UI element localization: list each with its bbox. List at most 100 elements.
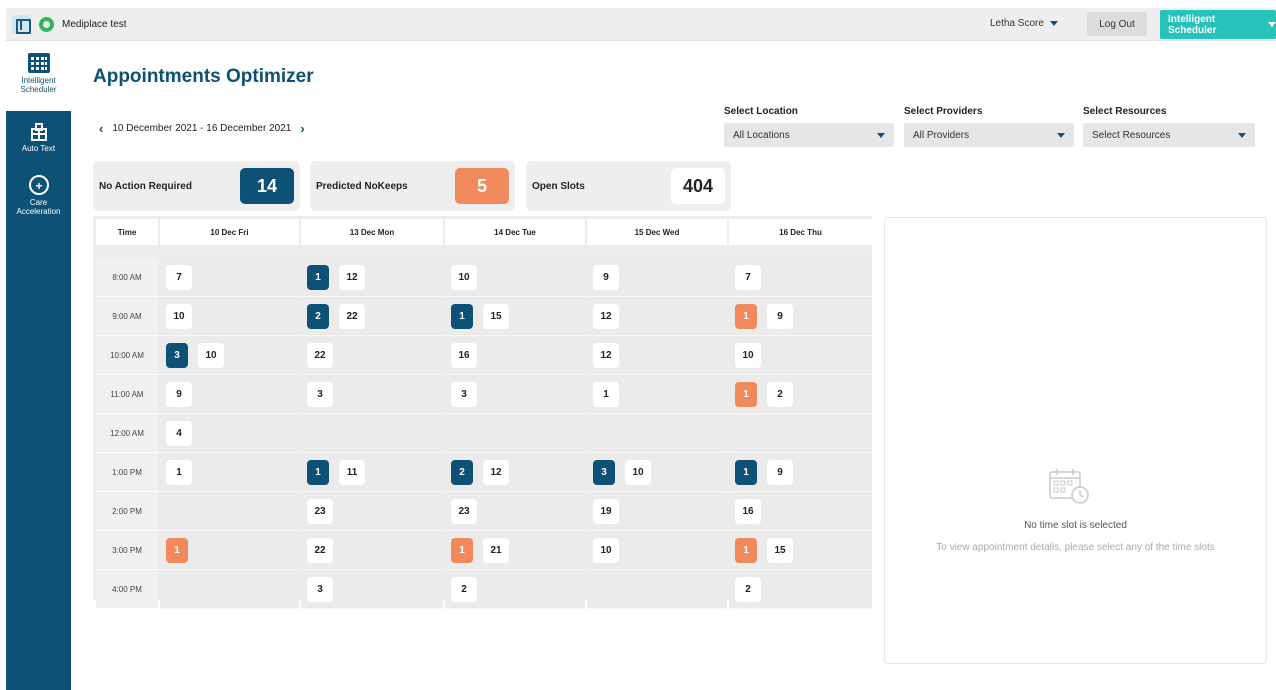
time-slot-cell[interactable]: 10 [587, 531, 727, 570]
open-slots-count[interactable]: 10 [735, 342, 761, 368]
time-slot-cell[interactable]: 3 10 [587, 453, 727, 492]
time-slot-cell[interactable]: 16 [729, 492, 872, 531]
open-slots-count[interactable]: 3 [307, 381, 333, 407]
open-slots-count[interactable]: 12 [339, 264, 365, 290]
open-slots-count[interactable]: 2 [735, 576, 761, 602]
time-slot-cell[interactable]: 10 [445, 258, 585, 297]
time-slot-cell[interactable] [729, 414, 872, 453]
sidebar-item-intelligent-scheduler[interactable]: Intelligent Scheduler [6, 41, 71, 111]
no-action-badge[interactable]: 1 [451, 303, 473, 329]
open-slots-count[interactable]: 7 [166, 264, 192, 290]
time-slot-cell[interactable]: 2 22 [301, 297, 443, 336]
time-slot-cell[interactable]: 22 [301, 336, 443, 375]
time-slot-cell[interactable]: 19 [729, 453, 872, 492]
open-slots-count[interactable]: 23 [451, 498, 477, 524]
predicted-nokeep-badge[interactable]: 1 [735, 381, 757, 407]
time-slot-cell[interactable]: 3 [301, 375, 443, 414]
open-slots-count[interactable]: 4 [166, 420, 192, 446]
time-slot-cell[interactable]: 7 [729, 258, 872, 297]
time-slot-cell[interactable]: 3 [301, 570, 443, 609]
resources-select[interactable]: Select Resources [1083, 123, 1255, 147]
time-slot-cell[interactable]: 2 [729, 570, 872, 609]
no-action-badge[interactable]: 2 [307, 303, 329, 329]
no-action-badge[interactable]: 1 [307, 459, 329, 485]
open-slots-count[interactable]: 1 [593, 381, 619, 407]
time-slot-cell[interactable]: 1 [160, 453, 299, 492]
time-slot-cell[interactable]: 3 10 [160, 336, 299, 375]
time-slot-cell[interactable]: 23 [445, 492, 585, 531]
open-slots-count[interactable]: 22 [307, 342, 333, 368]
open-slots-count[interactable]: 12 [483, 459, 509, 485]
time-slot-cell[interactable]: 19 [587, 492, 727, 531]
sidebar-toggle-icon[interactable] [12, 15, 31, 34]
open-slots-count[interactable]: 23 [307, 498, 333, 524]
time-slot-cell[interactable] [301, 414, 443, 453]
sidebar-item-auto-text[interactable]: Auto Text [6, 123, 71, 153]
open-slots-count[interactable]: 16 [735, 498, 761, 524]
time-slot-cell[interactable] [587, 570, 727, 609]
kpi-no-action-required[interactable]: No Action Required 14 [93, 161, 300, 211]
open-slots-count[interactable]: 10 [625, 459, 651, 485]
open-slots-count[interactable]: 12 [593, 303, 619, 329]
open-slots-count[interactable]: 9 [166, 381, 192, 407]
time-slot-cell[interactable]: 1 21 [445, 531, 585, 570]
time-slot-cell[interactable]: 3 [445, 375, 585, 414]
predicted-nokeep-badge[interactable]: 1 [166, 537, 188, 563]
predicted-nokeep-badge[interactable]: 1 [735, 537, 757, 563]
open-slots-count[interactable]: 1 [166, 459, 192, 485]
time-slot-cell[interactable] [160, 570, 299, 609]
time-slot-cell[interactable]: 2 [445, 570, 585, 609]
time-slot-cell[interactable]: 12 [587, 336, 727, 375]
module-switcher-button[interactable]: Intelligent Scheduler [1160, 10, 1276, 39]
open-slots-count[interactable]: 11 [339, 459, 365, 485]
time-slot-cell[interactable]: 1 12 [301, 258, 443, 297]
providers-select[interactable]: All Providers [904, 123, 1074, 147]
open-slots-count[interactable]: 2 [451, 576, 477, 602]
chevron-left-icon[interactable]: ‹ [99, 121, 103, 136]
open-slots-count[interactable]: 9 [593, 264, 619, 290]
open-slots-count[interactable]: 15 [767, 537, 793, 563]
open-slots-count[interactable]: 3 [307, 576, 333, 602]
kpi-predicted-nokeeps[interactable]: Predicted NoKeeps 5 [310, 161, 515, 211]
open-slots-count[interactable]: 10 [593, 537, 619, 563]
no-action-badge[interactable]: 2 [451, 459, 473, 485]
time-slot-cell[interactable]: 2 12 [445, 453, 585, 492]
time-slot-cell[interactable]: 16 [445, 336, 585, 375]
open-slots-count[interactable]: 22 [339, 303, 365, 329]
kpi-open-slots[interactable]: Open Slots 404 [526, 161, 731, 211]
open-slots-count[interactable]: 10 [166, 303, 192, 329]
time-slot-cell[interactable]: 1 15 [445, 297, 585, 336]
time-slot-cell[interactable]: 12 [587, 297, 727, 336]
time-slot-cell[interactable] [160, 492, 299, 531]
time-slot-cell[interactable]: 1 15 [729, 531, 872, 570]
open-slots-count[interactable]: 7 [735, 264, 761, 290]
open-slots-count[interactable]: 22 [307, 537, 333, 563]
time-slot-cell[interactable] [587, 414, 727, 453]
open-slots-count[interactable]: 19 [593, 498, 619, 524]
open-slots-count[interactable]: 9 [767, 303, 793, 329]
time-slot-cell[interactable]: 1 [587, 375, 727, 414]
time-slot-cell[interactable]: 1 11 [301, 453, 443, 492]
time-slot-cell[interactable]: 23 [301, 492, 443, 531]
time-slot-cell[interactable]: 12 [729, 375, 872, 414]
location-select[interactable]: All Locations [724, 123, 894, 147]
no-action-badge[interactable]: 1 [735, 459, 757, 485]
time-slot-cell[interactable]: 7 [160, 258, 299, 297]
open-slots-count[interactable]: 10 [451, 264, 477, 290]
time-slot-cell[interactable]: 9 [160, 375, 299, 414]
chevron-right-icon[interactable]: › [300, 121, 304, 136]
time-slot-cell[interactable]: 9 [587, 258, 727, 297]
time-slot-cell[interactable]: 4 [160, 414, 299, 453]
sidebar-item-care-acceleration[interactable]: Care Acceleration [6, 175, 71, 216]
time-slot-cell[interactable]: 22 [301, 531, 443, 570]
predicted-nokeep-badge[interactable]: 1 [451, 537, 473, 563]
time-slot-cell[interactable]: 19 [729, 297, 872, 336]
time-slot-cell[interactable]: 10 [160, 297, 299, 336]
open-slots-count[interactable]: 21 [483, 537, 509, 563]
open-slots-count[interactable]: 3 [451, 381, 477, 407]
user-menu[interactable]: Letha Score [990, 18, 1058, 29]
no-action-badge[interactable]: 1 [307, 264, 329, 290]
open-slots-count[interactable]: 10 [198, 342, 224, 368]
no-action-badge[interactable]: 3 [593, 459, 615, 485]
predicted-nokeep-badge[interactable]: 1 [735, 303, 757, 329]
